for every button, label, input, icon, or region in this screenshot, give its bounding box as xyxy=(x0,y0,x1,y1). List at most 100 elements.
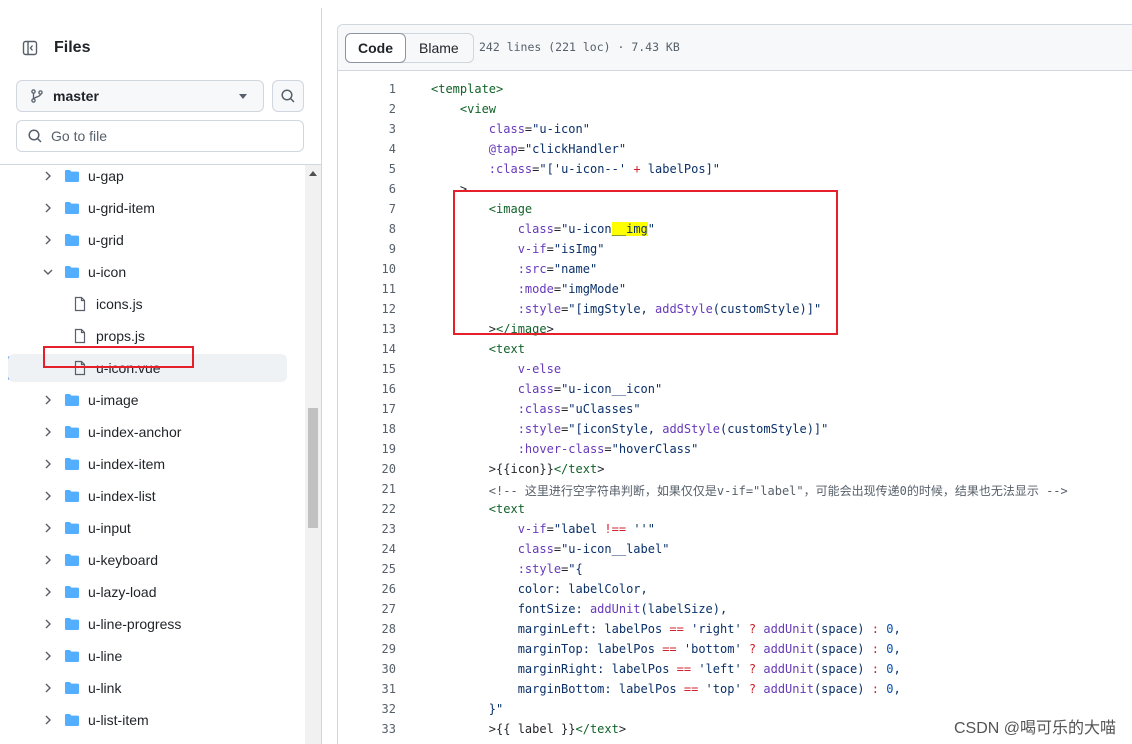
file-tree: u-gap u-grid-item u-grid u-icon icons.js prop… xyxy=(0,165,305,744)
line-number[interactable]: 12 xyxy=(338,302,396,316)
folder-icon xyxy=(64,264,80,280)
tree-item-label: u-keyboard xyxy=(88,552,159,568)
file-viewer-header: Code Blame 242 lines (221 loc) · 7.43 KB xyxy=(338,25,1132,71)
chevron-right-icon[interactable] xyxy=(40,488,56,504)
chevron-right-icon[interactable] xyxy=(40,520,56,536)
tree-folder-item[interactable]: u-grid xyxy=(0,226,305,254)
chevron-right-icon[interactable] xyxy=(40,616,56,632)
line-number[interactable]: 21 xyxy=(338,482,396,496)
chevron-right-icon[interactable] xyxy=(40,200,56,216)
tree-folder-item[interactable]: u-image xyxy=(0,386,305,414)
tree-scrollbar[interactable] xyxy=(305,165,321,744)
chevron-down-icon[interactable] xyxy=(40,264,56,280)
line-number[interactable]: 23 xyxy=(338,522,396,536)
git-branch-icon xyxy=(31,89,43,103)
code-view: 1 <template> 2 <view 3 class="u-icon" 4 @tap… xyxy=(338,72,1132,744)
chevron-right-icon[interactable] xyxy=(40,424,56,440)
tree-item-label: props.js xyxy=(96,328,146,344)
tree-folder-item[interactable]: u-line-progress xyxy=(0,610,305,638)
tree-folder-item[interactable]: u-list xyxy=(0,738,305,744)
line-number[interactable]: 11 xyxy=(338,282,396,296)
tree-folder-item[interactable]: u-index-item xyxy=(0,450,305,478)
line-number[interactable]: 26 xyxy=(338,582,396,596)
tree-folder-item[interactable]: u-gap xyxy=(0,165,305,190)
line-number[interactable]: 8 xyxy=(338,222,396,236)
line-number[interactable]: 18 xyxy=(338,422,396,436)
go-to-file-input[interactable] xyxy=(51,128,281,144)
line-number[interactable]: 9 xyxy=(338,242,396,256)
sidebar-header: Files xyxy=(16,36,90,60)
folder-icon xyxy=(64,392,80,408)
tree-item-label: u-input xyxy=(88,520,131,536)
line-number[interactable]: 16 xyxy=(338,382,396,396)
tree-folder-item[interactable]: u-keyboard xyxy=(0,546,305,574)
code-line: class="u-icon" xyxy=(488,122,590,136)
tree-folder-item[interactable]: u-line xyxy=(0,642,305,670)
tab-code[interactable]: Code xyxy=(345,33,406,63)
line-number[interactable]: 28 xyxy=(338,622,396,636)
line-number[interactable]: 33 xyxy=(338,722,396,736)
file-meta: 242 lines (221 loc) · 7.43 KB xyxy=(479,40,680,54)
line-number[interactable]: 32 xyxy=(338,702,396,716)
chevron-right-icon[interactable] xyxy=(40,232,56,248)
tree-folder-item[interactable]: u-lazy-load xyxy=(0,578,305,606)
scrollbar-thumb[interactable] xyxy=(308,408,318,528)
tree-folder-item[interactable]: u-link xyxy=(0,674,305,702)
code-line: marginBottom: labelPos == 'top' ? addUni… xyxy=(431,682,901,696)
line-number[interactable]: 4 xyxy=(338,142,396,156)
tree-folder-item[interactable]: u-input xyxy=(0,514,305,542)
chevron-right-icon[interactable] xyxy=(40,648,56,664)
chevron-right-icon[interactable] xyxy=(40,584,56,600)
chevron-right-icon[interactable] xyxy=(40,456,56,472)
collapse-sidebar-button[interactable] xyxy=(14,32,46,64)
chevron-right-icon[interactable] xyxy=(40,168,56,184)
line-number[interactable]: 19 xyxy=(338,442,396,456)
tab-blame[interactable]: Blame xyxy=(405,34,473,62)
line-number[interactable]: 30 xyxy=(338,662,396,676)
line-number[interactable]: 2 xyxy=(338,102,396,116)
line-number[interactable]: 13 xyxy=(338,322,396,336)
tree-item-label: u-grid xyxy=(88,232,124,248)
file-tree-sidebar: Files master u-gap u-grid-item u-grid u-ico… xyxy=(0,8,322,744)
tree-folder-item[interactable]: u-index-anchor xyxy=(0,418,305,446)
line-number[interactable]: 24 xyxy=(338,542,396,556)
line-number[interactable]: 27 xyxy=(338,602,396,616)
tree-folder-item[interactable]: u-grid-item xyxy=(0,194,305,222)
browser-bookmarks-strip xyxy=(0,0,1132,8)
chevron-right-icon[interactable] xyxy=(40,680,56,696)
branch-selector[interactable]: master xyxy=(16,80,264,112)
line-number[interactable]: 7 xyxy=(338,202,396,216)
line-number[interactable]: 6 xyxy=(338,182,396,196)
search-files-button[interactable] xyxy=(272,80,304,112)
line-number[interactable]: 3 xyxy=(338,122,396,136)
tree-folder-item[interactable]: u-index-list xyxy=(0,482,305,510)
folder-icon xyxy=(64,168,80,184)
line-number[interactable]: 31 xyxy=(338,682,396,696)
chevron-right-icon[interactable] xyxy=(40,712,56,728)
line-number[interactable]: 1 xyxy=(338,82,396,96)
line-number[interactable]: 15 xyxy=(338,362,396,376)
line-number[interactable]: 17 xyxy=(338,402,396,416)
search-icon xyxy=(28,129,42,143)
folder-icon xyxy=(64,200,80,216)
code-line: }" xyxy=(431,702,504,716)
line-number[interactable]: 20 xyxy=(338,462,396,476)
tree-folder-item[interactable]: u-icon xyxy=(0,258,305,286)
view-mode-toggle: Code Blame xyxy=(345,33,474,63)
chevron-right-icon[interactable] xyxy=(40,552,56,568)
line-number[interactable]: 22 xyxy=(338,502,396,516)
chevron-right-icon[interactable] xyxy=(40,392,56,408)
tree-item-label: u-list-item xyxy=(88,712,149,728)
line-number[interactable]: 10 xyxy=(338,262,396,276)
line-number[interactable]: 25 xyxy=(338,562,396,576)
line-number[interactable]: 5 xyxy=(338,162,396,176)
tree-item-label: u-index-item xyxy=(88,456,166,472)
branch-name: master xyxy=(53,88,99,104)
line-number[interactable]: 29 xyxy=(338,642,396,656)
tree-folder-item[interactable]: u-list-item xyxy=(0,706,305,734)
scroll-up-arrow-icon[interactable] xyxy=(309,171,317,176)
tree-item-label: u-grid-item xyxy=(88,200,155,216)
go-to-file-field[interactable] xyxy=(16,120,304,152)
line-number[interactable]: 14 xyxy=(338,342,396,356)
tree-file-item[interactable]: icons.js xyxy=(0,290,305,318)
